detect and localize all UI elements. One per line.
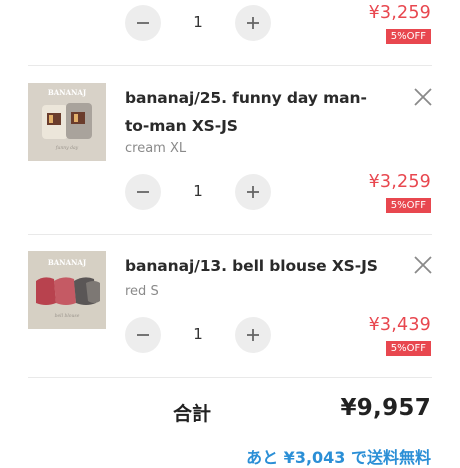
minus-icon [137,22,149,24]
svg-text:bell blouse: bell blouse [55,313,80,319]
minus-icon [137,191,149,193]
svg-text:funny day: funny day [55,145,79,151]
product-image: funny day BANANAJ [28,83,106,161]
product-thumbnail[interactable]: funny day BANANAJ [28,83,106,161]
total-label: 合計 [173,403,212,425]
product-title[interactable]: bananaj/13. bell blouse XS-JS [125,252,390,280]
product-thumbnail[interactable]: bell blouse BANANAJ [28,251,106,329]
discount-badge: 5%OFF [385,29,431,44]
item-divider [28,234,432,235]
free-shipping-link[interactable]: あと ¥3,043 で送料無料 [246,444,431,468]
plus-icon [247,186,259,198]
minus-icon [137,334,149,336]
item-price: ¥3,439 [368,315,431,335]
decrease-quantity-button[interactable] [125,5,161,41]
remove-item-button[interactable] [411,253,435,277]
product-variant: cream XL [125,141,187,156]
item-price: ¥3,259 [368,3,431,23]
close-icon [414,88,432,106]
product-title[interactable]: bananaj/25. funny day man-to-man XS-JS [125,84,390,140]
decrease-quantity-button[interactable] [125,317,161,353]
item-price: ¥3,259 [368,172,431,192]
quantity-value: 1 [193,13,203,31]
svg-text:BANANAJ: BANANAJ [48,258,87,267]
product-image: bell blouse BANANAJ [28,251,106,329]
product-variant: red S [125,284,159,299]
close-icon [414,256,432,274]
plus-icon [247,329,259,341]
increase-quantity-button[interactable] [235,174,271,210]
total-value: ¥9,957 [340,395,431,421]
quantity-value: 1 [193,182,203,200]
item-divider [28,65,432,66]
plus-icon [247,17,259,29]
summary-divider [28,377,432,378]
remove-item-button[interactable] [411,85,435,109]
discount-badge: 5%OFF [385,198,431,213]
quantity-value: 1 [193,325,203,343]
svg-text:BANANAJ: BANANAJ [48,88,87,97]
discount-badge: 5%OFF [385,341,431,356]
decrease-quantity-button[interactable] [125,174,161,210]
increase-quantity-button[interactable] [235,5,271,41]
increase-quantity-button[interactable] [235,317,271,353]
